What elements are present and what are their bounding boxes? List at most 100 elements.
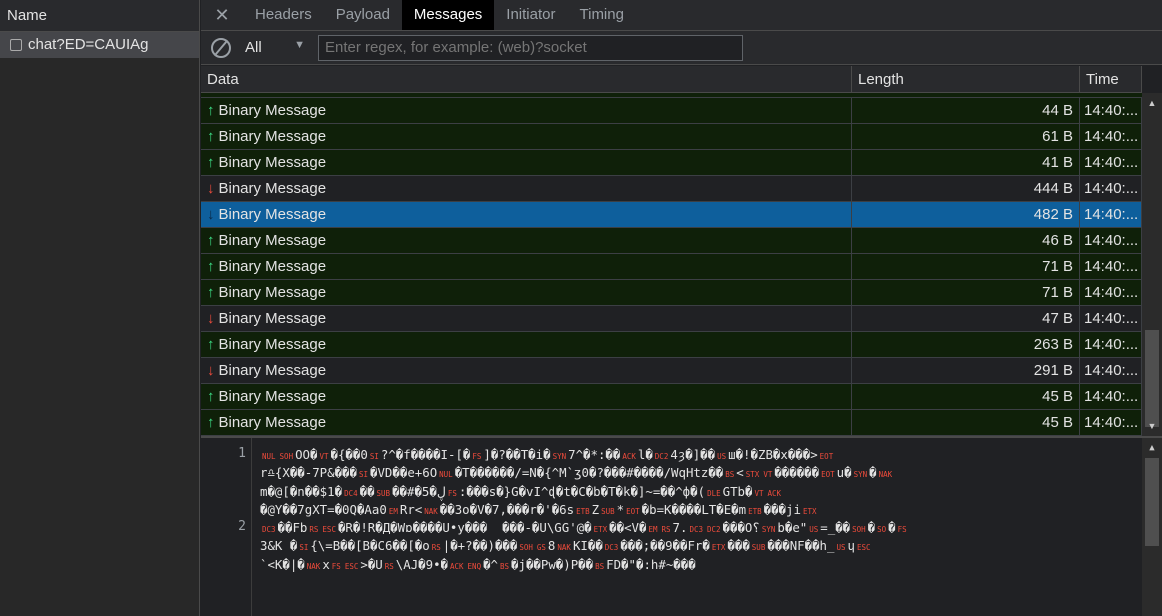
message-data: Binary Message: [218, 232, 327, 249]
text-segment: �: [869, 465, 877, 481]
control-char: SUB: [376, 488, 391, 498]
request-item[interactable]: chat?ED=CAUIAg: [0, 32, 199, 58]
control-char: DC2: [654, 452, 669, 461]
binary-message-viewer: 12 NUL SOH OO� VT �{��0 SI ?^�f����I-[� FS]�?��…: [201, 436, 1162, 616]
clear-messages-icon[interactable]: [211, 37, 231, 58]
data-cell: ↑ Binary Message: [201, 280, 852, 305]
table-row[interactable]: ↓ Binary Message 291 B 14:40:...: [201, 358, 1142, 384]
length-cell: 41 B: [852, 150, 1080, 175]
received-arrow-down-icon: ↓: [207, 362, 215, 379]
message-filter-bar: All ▼: [201, 31, 1162, 65]
control-char: ESC: [856, 543, 871, 553]
length-cell: 482 B: [852, 202, 1080, 227]
table-row[interactable]: ↑ Binary Message 263 B 14:40:...: [201, 332, 1142, 358]
data-cell: ↑ Binary Message: [201, 410, 852, 435]
code-line: NUL SOH OO� VT �{��0 SI ?^�f����I-[� FS]�?��T�i…: [260, 446, 1140, 464]
message-type-select[interactable]: All ▼: [245, 39, 315, 56]
control-char: FS: [447, 488, 457, 498]
column-header-time[interactable]: Time: [1080, 66, 1142, 92]
table-row[interactable]: ↑ Binary Message 41 B 14:40:...: [201, 150, 1142, 176]
websocket-checkbox-icon: [10, 39, 22, 51]
scroll-up-icon[interactable]: ▲: [1142, 93, 1162, 113]
table-row[interactable]: ↑ Binary Message 44 B 14:40:...: [201, 98, 1142, 124]
table-row[interactable]: ↑ Binary Message 46 B 14:40:...: [201, 228, 1142, 254]
sent-arrow-up-icon: ↑: [207, 102, 215, 119]
control-char: US: [836, 543, 846, 553]
control-char: EOT: [819, 452, 834, 461]
control-char: DLE: [707, 488, 721, 498]
name-column-header[interactable]: Name: [0, 0, 199, 32]
text-segment: ��#�5�ڸ: [392, 483, 446, 499]
table-row[interactable]: ↑ Binary Message 61 B 14:40:...: [201, 124, 1142, 150]
close-icon[interactable]: ✕: [201, 0, 243, 30]
column-header-length[interactable]: Length: [852, 66, 1080, 92]
tab-payload[interactable]: Payload: [324, 0, 402, 30]
time-cell: 14:40:...: [1080, 384, 1142, 409]
control-char: STX: [745, 470, 760, 480]
table-row[interactable]: ↑ Binary Message 45 B 14:40:...: [201, 410, 1142, 436]
message-data: Binary Message: [218, 336, 327, 353]
table-row[interactable]: ↓ Binary Message 47 B 14:40:...: [201, 306, 1142, 332]
text-segment: <: [736, 465, 744, 481]
message-data: Binary Message: [218, 284, 327, 301]
table-row[interactable]: ↓ Binary Message 444 B 14:40:...: [201, 176, 1142, 202]
length-cell: 61 B: [852, 124, 1080, 149]
table-row[interactable]: ↑ Binary Message 45 B 14:40:...: [201, 384, 1142, 410]
tab-messages[interactable]: Messages: [401, 0, 495, 30]
received-arrow-down-icon: ↓: [207, 206, 215, 223]
table-row[interactable]: ↓ Binary Message 482 B 14:40:...: [201, 202, 1142, 228]
time-cell: 14:40:...: [1080, 306, 1142, 331]
scroll-up-icon[interactable]: ▲: [1142, 438, 1162, 458]
text-segment: �{��0: [330, 447, 368, 462]
column-header-data[interactable]: Data: [201, 66, 852, 92]
text-segment: ���;��9��Fr�: [620, 538, 710, 554]
request-name: chat?ED=CAUIAg: [28, 36, 149, 53]
table-row[interactable]: ↑ Binary Message 71 B 14:40:...: [201, 280, 1142, 306]
text-segment: `<K�|�: [260, 556, 305, 572]
message-data: Binary Message: [218, 414, 327, 431]
time-cell: 14:40:...: [1080, 176, 1142, 201]
control-char: RS: [661, 525, 671, 535]
sent-arrow-up-icon: ↑: [207, 388, 215, 405]
line-number: 2: [238, 519, 246, 535]
message-data: Binary Message: [218, 310, 327, 327]
message-data: Binary Message: [218, 388, 327, 405]
table-row[interactable]: ↑ Binary Message 71 B 14:40:...: [201, 254, 1142, 280]
length-cell: 45 B: [852, 384, 1080, 409]
tab-timing[interactable]: Timing: [568, 0, 636, 30]
details-tabs: ✕ Headers Payload Messages Initiator Tim…: [201, 0, 1162, 31]
control-char: BS: [725, 470, 735, 480]
control-char: EM: [388, 506, 398, 516]
text-segment: b�e": [777, 520, 808, 536]
scroll-down-icon[interactable]: ▼: [1142, 416, 1162, 436]
received-arrow-down-icon: ↓: [207, 310, 215, 327]
text-segment: �@Y��7gXT=�0Q�Aa0: [260, 501, 387, 517]
control-char: SOH: [279, 452, 294, 461]
control-char: NAK: [878, 470, 893, 480]
viewer-scrollbar[interactable]: ▲: [1142, 438, 1162, 616]
scrollbar-thumb[interactable]: [1145, 458, 1159, 546]
text-segment: ш�!�ZB�x���>: [728, 447, 818, 462]
control-char: FS: [897, 525, 907, 535]
text-segment: >�U: [360, 556, 383, 572]
tab-headers[interactable]: Headers: [243, 0, 324, 30]
data-cell: ↑ Binary Message: [201, 254, 852, 279]
control-char: FS: [472, 452, 482, 461]
text-segment: 8: [547, 538, 556, 554]
data-cell: ↓ Binary Message: [201, 176, 852, 201]
code-line: `<K�|� NAK x FS ESC >�U RS \AJ�9•� ACK ENQ �^ BS �j�…: [260, 556, 1140, 574]
line-number-gutter: 12: [201, 438, 252, 616]
data-cell: ↓ Binary Message: [201, 202, 852, 227]
table-scrollbar[interactable]: ▲ ▼: [1142, 93, 1162, 436]
regex-filter-input[interactable]: [318, 34, 743, 61]
text-segment: ���O؟: [722, 520, 760, 536]
data-cell: ↑ Binary Message: [201, 98, 852, 123]
scrollbar-thumb[interactable]: [1145, 330, 1159, 427]
control-char: NUL: [262, 452, 276, 461]
sent-arrow-up-icon: ↑: [207, 414, 215, 431]
data-cell: ↑ Binary Message: [201, 228, 852, 253]
control-char: SYN: [552, 452, 567, 461]
control-char: SUB: [601, 506, 615, 516]
tab-initiator[interactable]: Initiator: [494, 0, 567, 30]
control-char: ETX: [593, 525, 608, 535]
